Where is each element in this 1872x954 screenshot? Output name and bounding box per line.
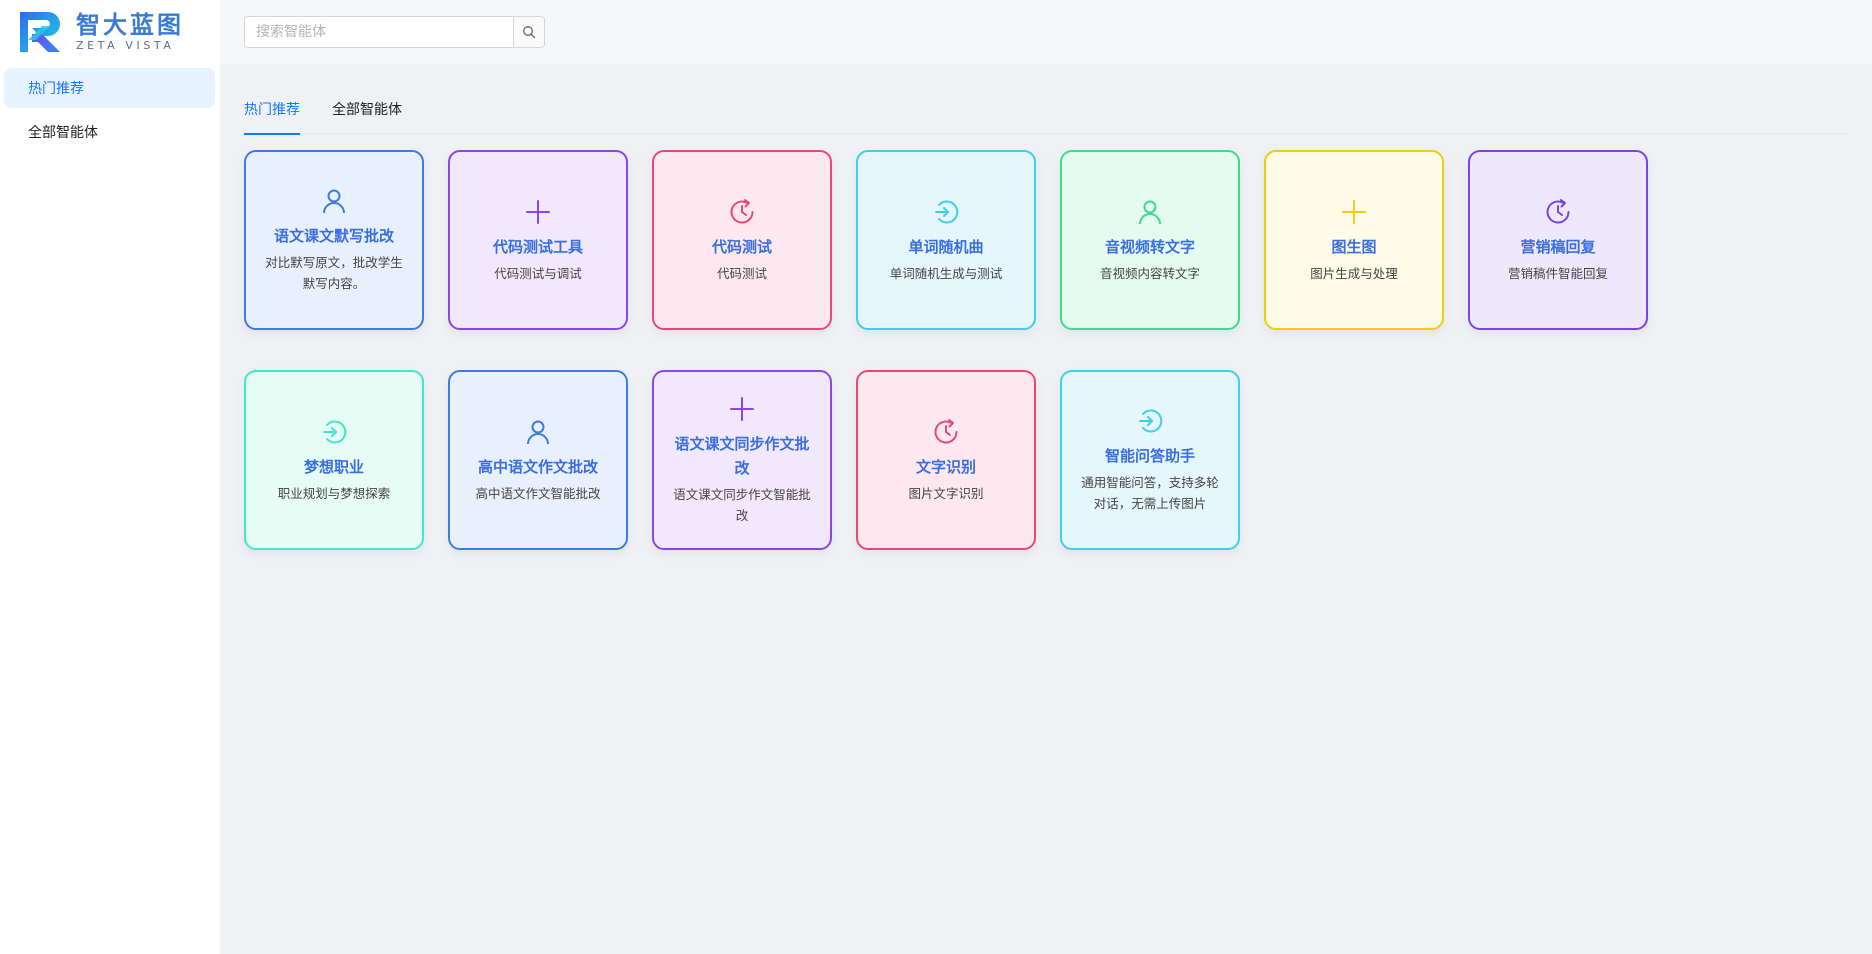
brand-title: 智大蓝图: [76, 10, 184, 39]
agent-card[interactable]: 营销稿回复营销稿件智能回复: [1468, 150, 1648, 330]
clock-icon: [730, 198, 754, 223]
agent-card-title: 图生图: [1331, 237, 1377, 256]
sidebar-item-hot[interactable]: 热门推荐: [4, 68, 215, 108]
search-icon: [523, 26, 536, 39]
brand-subtitle: ZETA VISTA: [76, 38, 175, 52]
agent-card-title: 语文课文同步作文批改: [674, 435, 810, 477]
tab-bar: 热门推荐 全部智能体: [244, 96, 1848, 135]
agent-card-description: 通用智能问答，支持多轮对话，无需上传图片: [1081, 475, 1219, 511]
agent-card-title: 语文课文默写批改: [273, 227, 394, 245]
tab-hot[interactable]: 热门推荐: [244, 96, 300, 135]
sidebar-item-all-agents[interactable]: 全部智能体: [4, 112, 215, 152]
agent-card-title: 梦想职业: [303, 457, 364, 476]
logo[interactable]: 智大蓝图 ZETA VISTA: [18, 10, 184, 54]
search-box: [244, 16, 545, 48]
login-icon: [935, 200, 959, 223]
plus-icon: [1342, 199, 1366, 224]
agent-card-title: 音视频转文字: [1104, 237, 1195, 256]
agent-card-description: 对比默写原文，批改学生默写内容。: [265, 255, 403, 291]
user-icon: [1139, 200, 1161, 224]
agent-card[interactable]: 代码测试 代码测试: [652, 150, 832, 330]
agent-card-description: 图片生成与处理: [1310, 265, 1398, 281]
top-bar: [220, 0, 1872, 64]
agent-card-description: 代码测试与调试: [494, 265, 582, 281]
sidebar-nav: 热门推荐 全部智能体: [4, 68, 215, 156]
agent-card-title: 代码测试: [711, 237, 772, 256]
agent-card-description: 高中语文作文智能批改: [475, 485, 601, 501]
sidebar: 智大蓝图 ZETA VISTA 热门推荐 全部智能体: [0, 0, 220, 954]
search-button[interactable]: [513, 16, 545, 48]
login-icon: [1139, 409, 1163, 433]
plus-icon: [526, 199, 550, 224]
user-icon: [527, 420, 549, 444]
user-icon: [323, 189, 345, 214]
tab-all-agents[interactable]: 全部智能体: [332, 96, 402, 134]
agent-card-description: 代码测试: [716, 265, 767, 281]
clock-icon: [1546, 198, 1570, 223]
agent-card[interactable]: 文字识别图片文字识别: [856, 370, 1036, 550]
agent-card[interactable]: 单词随机曲单词随机生成与测试: [856, 150, 1036, 330]
agent-card-title: 代码测试工具: [492, 237, 583, 256]
main-content: 热门推荐 全部智能体 语文课文默写批改对比默写原文，批改学生默写内容。代码测试工…: [220, 0, 1872, 954]
agent-card[interactable]: 语文课文默写批改对比默写原文，批改学生默写内容。: [244, 150, 424, 330]
clock-icon: [934, 418, 958, 443]
agent-card-description: 图片文字识别: [908, 485, 984, 501]
agent-card[interactable]: 音视频转文字 音视频内容转文字: [1060, 150, 1240, 330]
agent-card-title: 高中语文作文批改: [477, 457, 598, 476]
agent-card[interactable]: 梦想职业职业规划与梦想探索: [244, 370, 424, 550]
agent-card-description: 营销稿件智能回复: [1507, 265, 1608, 281]
agent-card-description: 语文课文同步作文智能批改: [673, 487, 811, 523]
agent-card-title: 单词随机曲: [908, 237, 984, 256]
agent-card[interactable]: 代码测试工具 代码测试与调试: [448, 150, 628, 330]
search-input[interactable]: [244, 16, 513, 48]
agent-card-description: 音视频内容转文字: [1099, 265, 1200, 281]
plus-icon: [730, 397, 754, 421]
agent-card-title: 文字识别: [915, 457, 976, 476]
agent-card-title: 营销稿回复: [1520, 237, 1596, 256]
logo-mark-icon: [20, 12, 60, 52]
agent-card[interactable]: 高中语文作文批改 高中语文作文智能批改: [448, 370, 628, 550]
agent-card-description: 单词随机生成与测试: [889, 265, 1003, 281]
agent-card-title: 智能问答助手: [1104, 447, 1195, 465]
agent-card-description: 职业规划与梦想探索: [277, 485, 391, 501]
login-icon: [323, 420, 347, 443]
agent-card[interactable]: 智能问答助手通用智能问答，支持多轮对话，无需上传图片: [1060, 370, 1240, 550]
agent-card[interactable]: 图生图图片生成与处理: [1264, 150, 1444, 330]
agent-card[interactable]: 语文课文同步作文批改语文课文同步作文智能批改: [652, 370, 832, 550]
